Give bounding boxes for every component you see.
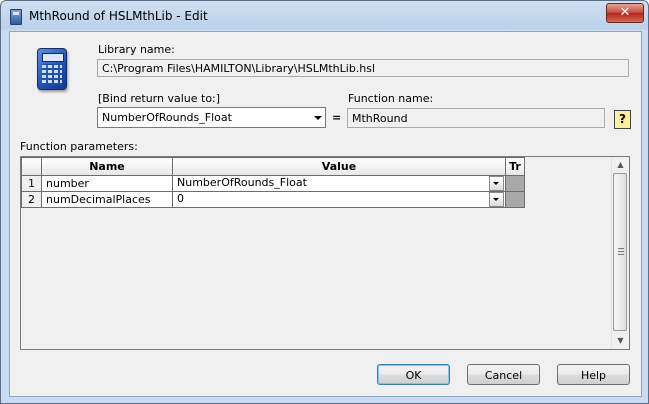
column-header-value[interactable]: Value xyxy=(172,157,506,176)
param-value-cell[interactable]: NumberOfRounds_Float xyxy=(172,175,506,192)
close-icon: ✕ xyxy=(619,5,631,20)
row-index: 1 xyxy=(21,175,42,192)
help-icon[interactable]: ? xyxy=(614,110,631,129)
param-tr-cell[interactable] xyxy=(505,175,525,192)
param-tr-cell[interactable] xyxy=(505,191,525,208)
scroll-down-icon[interactable]: ▼ xyxy=(612,333,629,349)
param-name-cell[interactable]: numDecimalPlaces xyxy=(41,191,173,208)
param-name-cell[interactable]: number xyxy=(41,175,173,192)
dialog-window: MthRound of HSLMthLib - Edit ✕ Library n… xyxy=(0,0,649,404)
cell-dropdown-icon[interactable] xyxy=(489,192,504,207)
chevron-down-icon xyxy=(314,116,322,120)
cell-dropdown-icon[interactable] xyxy=(489,176,504,191)
bind-return-value: NumberOfRounds_Float xyxy=(102,111,232,124)
scrollbar-thumb[interactable] xyxy=(613,173,627,331)
calculator-icon xyxy=(37,48,67,90)
parameters-grid: Name Value Tr 1 number NumberOfRounds_Fl… xyxy=(20,156,630,350)
row-header-corner xyxy=(21,157,42,176)
cancel-button[interactable]: Cancel xyxy=(467,364,540,385)
column-header-tr[interactable]: Tr xyxy=(505,157,525,176)
ok-button[interactable]: OK xyxy=(377,364,450,385)
param-value-text: NumberOfRounds_Float xyxy=(177,176,307,189)
library-name-field: C:\Program Files\HAMILTON\Library\HSLMth… xyxy=(97,59,629,77)
close-button[interactable]: ✕ xyxy=(606,3,644,23)
param-value-text: 0 xyxy=(177,192,184,205)
help-button[interactable]: Help xyxy=(557,364,630,385)
function-name-label: Function name: xyxy=(348,92,434,105)
bind-return-combo[interactable]: NumberOfRounds_Float xyxy=(97,107,326,128)
dialog-client-area: Library name: C:\Program Files\HAMILTON\… xyxy=(9,31,642,397)
table-header-row: Name Value Tr xyxy=(21,157,525,176)
vertical-scrollbar[interactable]: ▲ ▼ xyxy=(611,157,629,349)
scroll-up-icon[interactable]: ▲ xyxy=(612,157,629,173)
parameters-table: Name Value Tr 1 number NumberOfRounds_Fl… xyxy=(21,157,525,208)
window-title: MthRound of HSLMthLib - Edit xyxy=(29,9,208,23)
function-parameters-label: Function parameters: xyxy=(20,140,138,153)
table-row[interactable]: 1 number NumberOfRounds_Float xyxy=(21,175,525,192)
title-bar[interactable]: MthRound of HSLMthLib - Edit ✕ xyxy=(1,1,648,31)
row-index: 2 xyxy=(21,191,42,208)
param-value-cell[interactable]: 0 xyxy=(172,191,506,208)
library-name-label: Library name: xyxy=(98,43,175,56)
equals-sign: = xyxy=(332,111,342,124)
column-header-name[interactable]: Name xyxy=(41,157,173,176)
app-icon xyxy=(10,9,22,25)
function-name-field: MthRound xyxy=(347,108,605,128)
table-row[interactable]: 2 numDecimalPlaces 0 xyxy=(21,191,525,208)
bind-return-label: [Bind return value to:] xyxy=(98,92,221,105)
